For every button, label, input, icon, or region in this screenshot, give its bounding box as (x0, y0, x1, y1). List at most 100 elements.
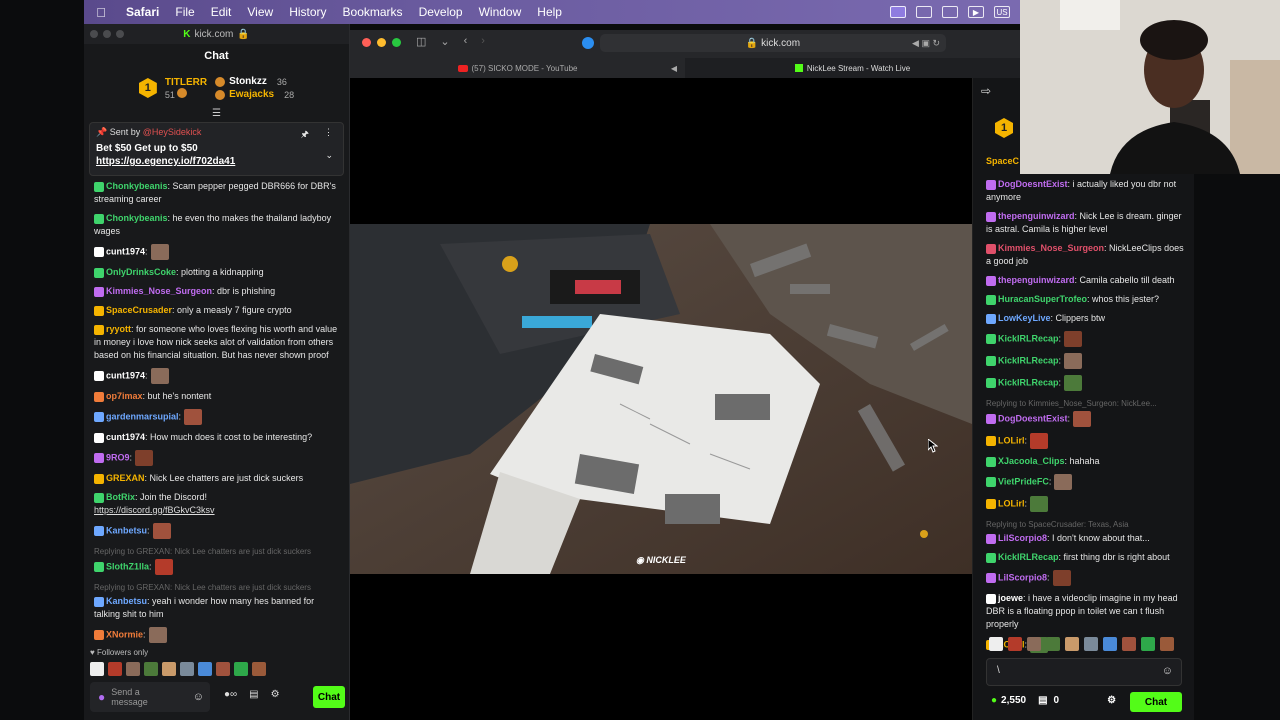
emote-icon[interactable] (1046, 637, 1060, 651)
emote-icon[interactable] (1122, 637, 1136, 651)
chat-username[interactable]: joewe (998, 593, 1023, 603)
store-icon[interactable]: ▤ (1038, 695, 1047, 706)
menu-bookmarks[interactable]: Bookmarks (335, 5, 411, 19)
points-icon[interactable]: ● (991, 695, 997, 706)
reply-context[interactable]: Replying to SpaceCrusader: Texas, Asia (986, 518, 1187, 531)
emote-icon[interactable] (180, 662, 194, 676)
emote-icon[interactable] (1065, 637, 1079, 651)
chat-username[interactable]: LowKeyLive (998, 313, 1051, 323)
menu-view[interactable]: View (239, 5, 281, 19)
video-frame[interactable]: ◉ NICKLEE (350, 224, 972, 574)
emote-icon[interactable] (1008, 637, 1022, 651)
menu-edit[interactable]: Edit (203, 5, 240, 19)
chevron-down-icon[interactable]: ⌄ (440, 35, 449, 48)
tab-kick[interactable]: NickLee Stream - Watch Live (685, 58, 1020, 78)
chat-username[interactable]: HuracanSuperTrofeo (998, 294, 1087, 304)
chat-username[interactable]: DogDoesntExist (998, 413, 1068, 423)
chat-username[interactable]: Kimmies_Nose_Surgeon (998, 243, 1104, 253)
reply-context[interactable]: Replying to Kimmies_Nose_Surgeon: NickLe… (986, 397, 1187, 410)
chat-username[interactable]: KickIRLRecap (998, 377, 1059, 387)
forward-icon[interactable]: › (481, 35, 485, 48)
emote-icon[interactable] (198, 662, 212, 676)
emoji-icon[interactable]: ☺ (1162, 665, 1173, 677)
keyboard-icon[interactable] (942, 6, 958, 18)
chat-username[interactable]: LOLirl (998, 498, 1025, 508)
chat-username[interactable]: cunt1974 (106, 432, 145, 442)
chat-username[interactable]: XNormie (106, 629, 143, 639)
chat-username[interactable]: BotRix (106, 492, 135, 502)
emote-icon[interactable] (108, 662, 122, 676)
menu-develop[interactable]: Develop (411, 5, 471, 19)
shield-icon[interactable] (916, 6, 932, 18)
menu-window[interactable]: Window (471, 5, 530, 19)
chat-username[interactable]: SpaceCrusader (106, 305, 172, 315)
address-bar[interactable]: 🔒 kick.com ◀ ▣ ↻ (582, 34, 946, 52)
pinned-message[interactable]: 📌 Sent by @HeySidekick Bet $50 Get up to… (89, 122, 344, 176)
emote-icon[interactable] (1103, 637, 1117, 651)
reply-context[interactable]: Replying to GREXAN: Nick Lee chatters ar… (94, 581, 339, 594)
window-controls[interactable] (90, 30, 124, 38)
audio-icon[interactable]: ◀ ▣ ↻ (912, 38, 940, 49)
emote-icon[interactable] (234, 662, 248, 676)
more-options-icon[interactable]: ⋮ (324, 127, 333, 138)
menu-file[interactable]: File (167, 5, 202, 19)
chat-username[interactable]: thepenguinwizard (998, 211, 1075, 221)
back-icon[interactable]: ‹ (464, 35, 468, 48)
filter-icon[interactable]: ☰ (84, 108, 349, 120)
tab-youtube[interactable]: (57) SICKO MODE - YouTube ◀ (350, 58, 685, 78)
emoji-icon[interactable]: ☺ (193, 692, 204, 703)
emote-icon[interactable] (989, 637, 1003, 651)
extension-icon[interactable] (582, 37, 594, 49)
chat-username[interactable]: cunt1974 (106, 370, 145, 380)
pin-toggle-icon[interactable]: 🖈 (301, 127, 309, 143)
window-controls[interactable] (362, 38, 401, 47)
emote-icon[interactable] (1160, 637, 1174, 651)
menu-help[interactable]: Help (529, 5, 570, 19)
apple-icon[interactable]:  (84, 5, 118, 20)
chat-username[interactable]: ryyott (106, 324, 131, 334)
speaker-icon[interactable]: ◀ (671, 64, 677, 73)
pinned-link[interactable]: https://go.egency.io/f702da41 (96, 156, 337, 167)
chat-send-button[interactable]: Chat (1130, 692, 1182, 712)
leader-top-name[interactable]: TITLERR (165, 77, 207, 88)
chat-username[interactable]: KickIRLRecap (998, 552, 1059, 562)
chat-username[interactable]: LilScorpio8 (998, 533, 1047, 543)
emote-icon[interactable] (216, 662, 230, 676)
chat-send-button[interactable]: Chat (313, 686, 345, 708)
screen-share-icon[interactable] (890, 6, 906, 18)
chat-username[interactable]: Kanbetsu (106, 525, 147, 535)
emote-icon[interactable] (126, 662, 140, 676)
emote-icon[interactable] (90, 662, 104, 676)
emote-icon[interactable] (162, 662, 176, 676)
chat-username[interactable]: DogDoesntExist (998, 179, 1068, 189)
emote-icon[interactable] (1141, 637, 1155, 651)
chat-username[interactable]: KickIRLRecap (998, 355, 1059, 365)
chat-username[interactable]: GREXAN (106, 473, 145, 483)
gear-icon[interactable]: ⚙ (1107, 695, 1116, 706)
chat-username[interactable]: XJacoola_Clips (998, 456, 1065, 466)
gear-icon[interactable]: ⚙ (271, 689, 280, 700)
chat-username[interactable]: Chonkybeanis (106, 181, 168, 191)
chat-input[interactable]: \ ☺ (986, 658, 1182, 686)
play-icon[interactable]: ▶ (968, 6, 984, 18)
emote-icon[interactable] (1027, 637, 1041, 651)
chat-input[interactable]: ● Send a message ☺ (90, 682, 210, 712)
chevron-down-icon[interactable]: ⌄ (325, 150, 333, 161)
menu-history[interactable]: History (281, 5, 334, 19)
reply-context[interactable]: Replying to GREXAN: Nick Lee chatters ar… (94, 545, 339, 558)
chat-username[interactable]: Kanbetsu (106, 596, 147, 606)
chat-username[interactable]: LilScorpio8 (998, 572, 1047, 582)
chat-username[interactable]: KickIRLRecap (998, 333, 1059, 343)
chat-username[interactable]: SlothZ1lla (106, 561, 149, 571)
chat-username[interactable]: LOLirl (998, 435, 1025, 445)
input-lang-icon[interactable]: US (994, 6, 1010, 18)
chat-link[interactable]: https://discord.gg/fBGkvC3ksv (94, 505, 215, 515)
chat-username[interactable]: cunt1974 (106, 246, 145, 256)
chat-username[interactable]: gardenmarsupial (106, 411, 179, 421)
sidebar-icon[interactable]: ◫ (416, 35, 426, 48)
emote-icon[interactable] (252, 662, 266, 676)
leader-name[interactable]: Stonkzz (229, 76, 267, 87)
chat-username[interactable]: Kimmies_Nose_Surgeon (106, 286, 212, 296)
mic-icon[interactable]: ● (98, 691, 105, 703)
chat-username[interactable]: Chonkybeanis (106, 213, 168, 223)
